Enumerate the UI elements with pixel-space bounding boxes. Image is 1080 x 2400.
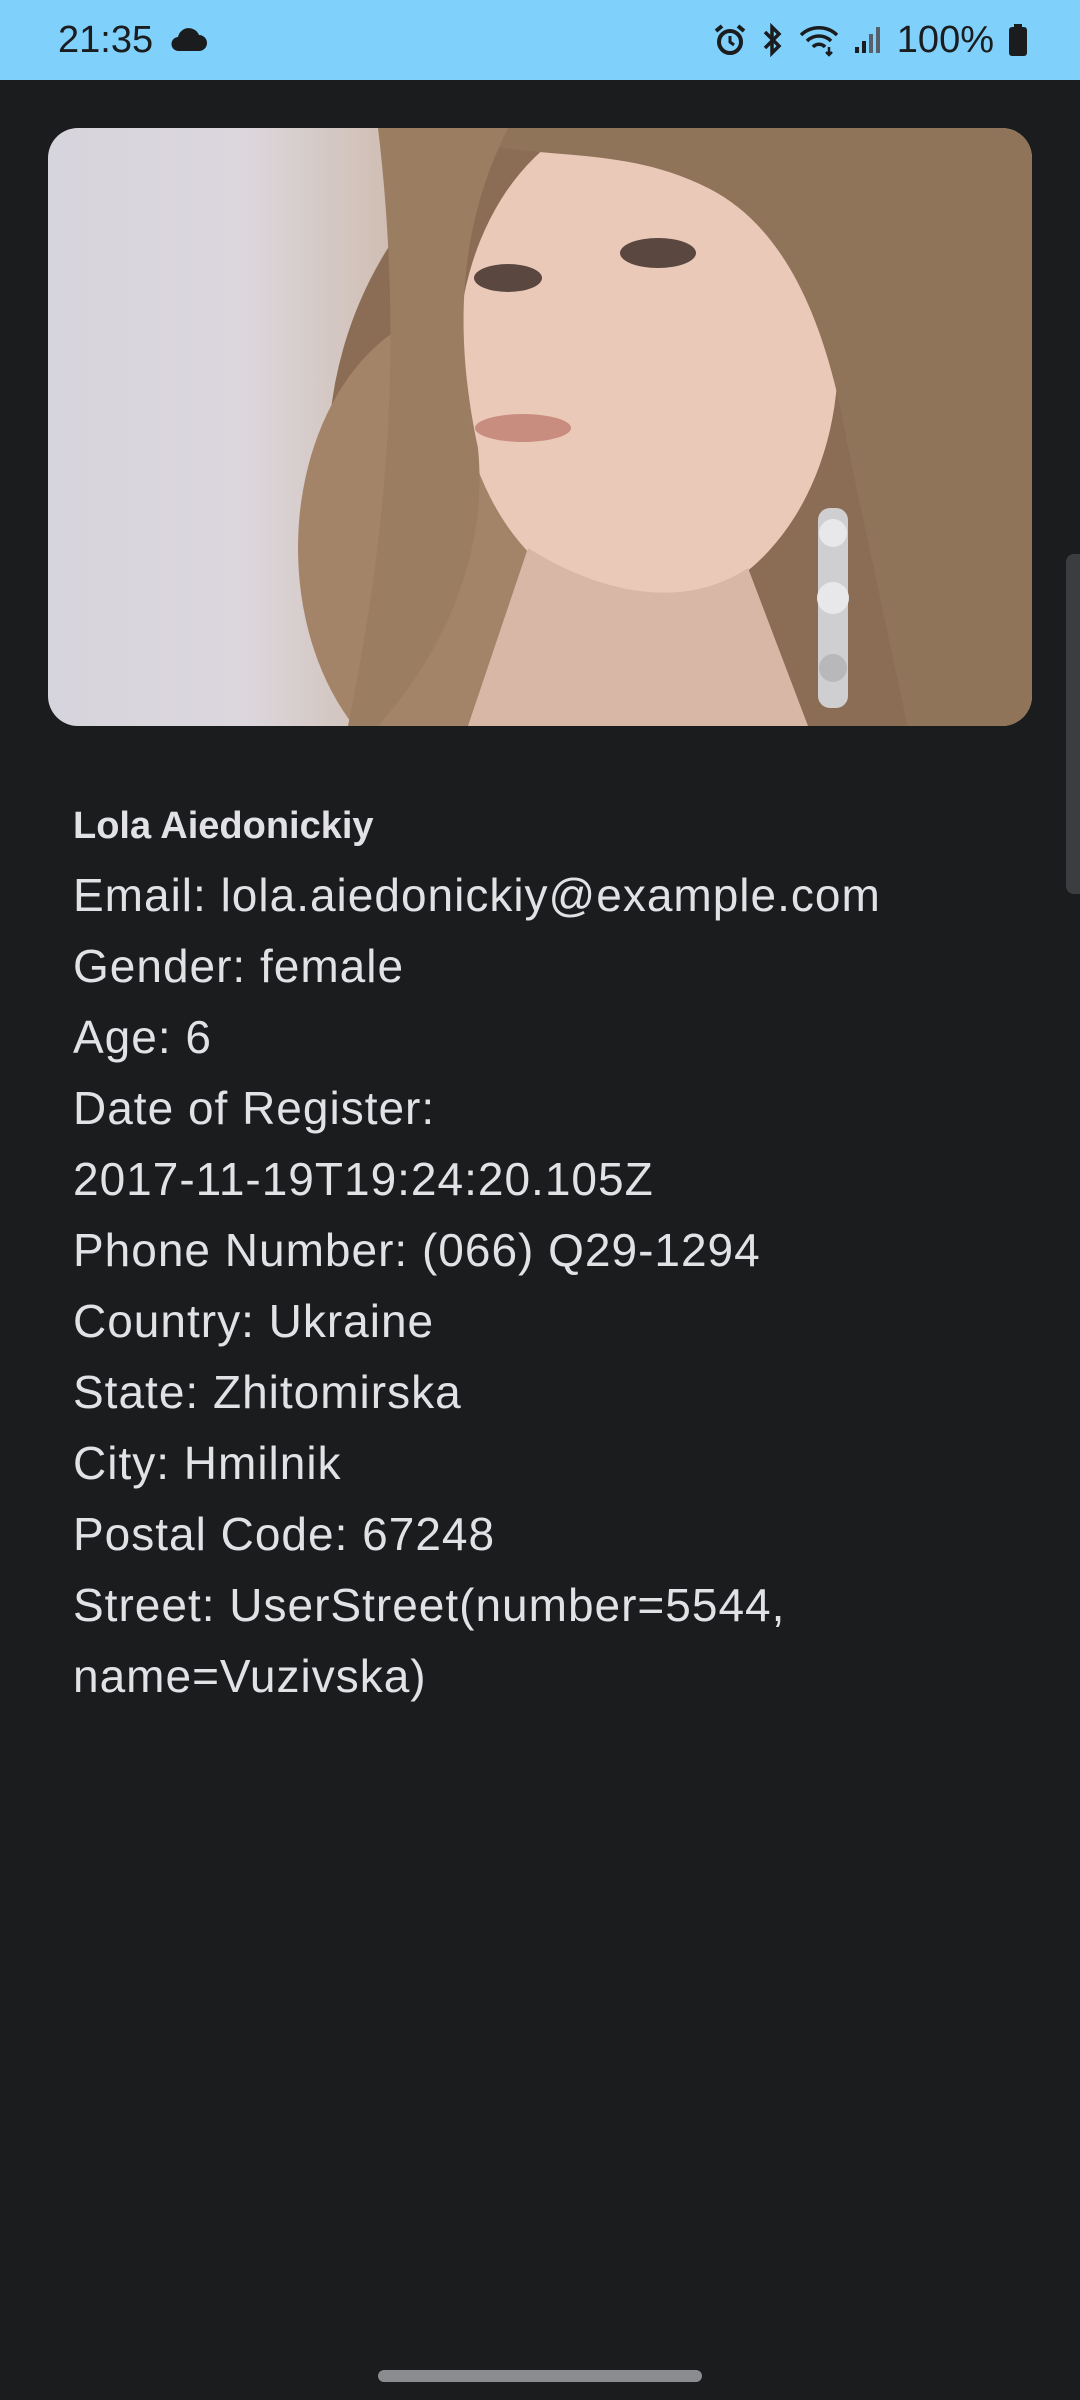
home-indicator[interactable] — [378, 2370, 702, 2382]
scrollbar[interactable] — [1066, 554, 1080, 894]
detail-screen[interactable]: Lola Aiedonickiy Email: lola.aiedonickiy… — [0, 80, 1080, 2400]
battery-percent: 100% — [896, 18, 994, 61]
user-name: Lola Aiedonickiy — [73, 805, 374, 847]
user-street-line1: Street: UserStreet(number=5544, — [73, 1579, 786, 1631]
user-details: Lola Aiedonickiy Email: lola.aiedonickiy… — [73, 798, 1013, 1712]
battery-icon — [1008, 23, 1028, 57]
user-city: City: Hmilnik — [73, 1437, 342, 1489]
user-street-line2: name=Vuzivska) — [73, 1650, 427, 1702]
user-postal-code: Postal Code: 67248 — [73, 1508, 496, 1560]
profile-photo — [48, 128, 1032, 726]
status-right: 100% — [713, 19, 1028, 62]
user-register-label: Date of Register: — [73, 1082, 436, 1134]
wifi-icon — [799, 23, 839, 57]
user-country: Country: Ukraine — [73, 1295, 435, 1347]
user-phone: Phone Number: (066) Q29-1294 — [73, 1224, 761, 1276]
user-email: Email: lola.aiedonickiy@example.com — [73, 869, 881, 921]
user-state: State: Zhitomirska — [73, 1366, 462, 1418]
cloud-icon — [169, 27, 208, 53]
status-bar: 21:35 100% — [0, 0, 1080, 80]
status-time: 21:35 — [58, 18, 154, 61]
user-gender: Gender: female — [73, 940, 405, 992]
status-left: 21:35 — [58, 18, 208, 62]
user-register-date: 2017-11-19T19:24:20.105Z — [73, 1153, 654, 1205]
bluetooth-icon — [761, 23, 785, 57]
alarm-icon — [713, 23, 747, 57]
signal-icon — [853, 25, 883, 55]
user-age: Age: 6 — [73, 1011, 212, 1063]
